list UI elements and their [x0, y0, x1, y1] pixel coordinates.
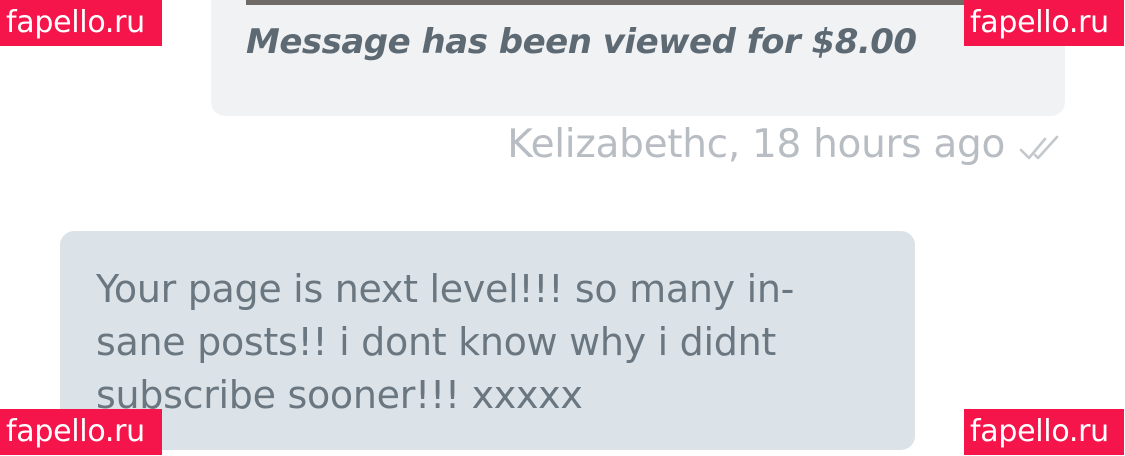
watermark-top-left: fapello.ru — [0, 0, 162, 46]
watermark-bottom-left: fapello.ru — [0, 409, 162, 455]
incoming-message-text: Your page is next level!!! so many in- s… — [96, 263, 856, 422]
watermark-top-right: fapello.ru — [964, 0, 1124, 46]
message-line: Your page is next level!!! so many in- — [96, 267, 795, 311]
watermark-bottom-right: fapello.ru — [964, 409, 1124, 455]
viewed-price-text: Message has been viewed for $8.00 — [246, 22, 917, 62]
chat-view: Message has been viewed for $8.00 Keliza… — [0, 0, 1125, 456]
media-preview[interactable] — [246, 0, 1066, 5]
sender-timestamp: Kelizabethc, 18 hours ago — [507, 122, 1005, 167]
message-line: subscribe sooner!!! xxxxx — [96, 373, 583, 417]
message-line: sane posts!! i dont know why i didnt — [96, 320, 776, 364]
message-meta: Kelizabethc, 18 hours ago — [507, 122, 1063, 167]
double-check-icon — [1019, 135, 1059, 159]
